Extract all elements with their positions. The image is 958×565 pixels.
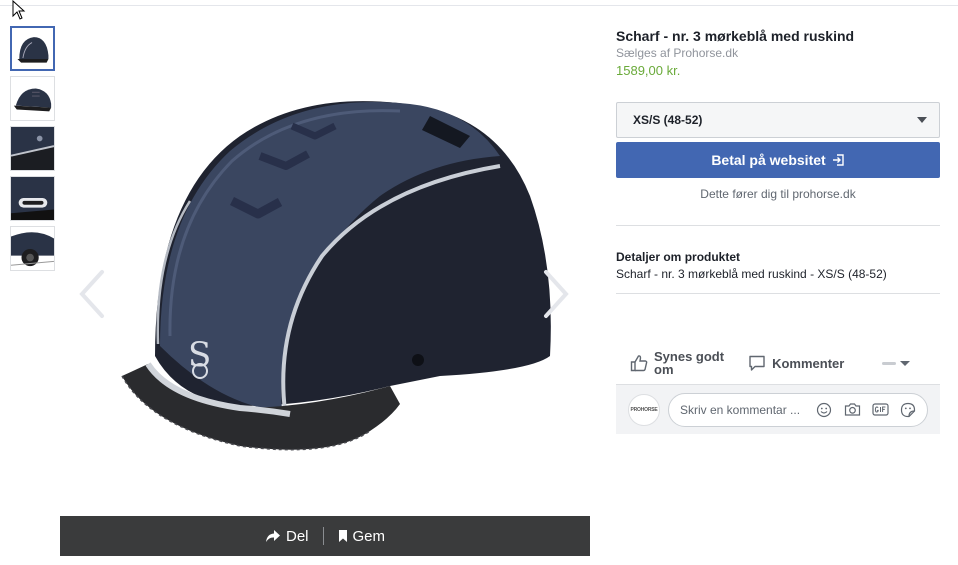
- product-image-viewer: S: [60, 26, 590, 516]
- avatar-logo-text: PROHORSE: [630, 406, 658, 413]
- comment-composer: PROHORSE Skriv en kommentar ...: [616, 384, 940, 434]
- share-button[interactable]: Del: [251, 528, 323, 545]
- product-image: S: [60, 26, 590, 516]
- comment-button[interactable]: Kommenter: [748, 354, 844, 372]
- like-label-line2: om: [654, 362, 674, 377]
- audience-dropdown[interactable]: [882, 360, 911, 366]
- comment-label: Kommenter: [772, 355, 845, 371]
- chevron-down-icon: [900, 360, 911, 366]
- thumbnail-3[interactable]: [10, 126, 55, 171]
- top-border: [0, 0, 958, 6]
- image-action-bar: Del Gem: [60, 516, 590, 556]
- thumbnail-1[interactable]: [10, 26, 55, 71]
- share-label: Del: [285, 527, 309, 545]
- chevron-right-icon[interactable]: [538, 264, 574, 324]
- avatar-mini-icon: [882, 361, 897, 365]
- like-button[interactable]: Synes godt om: [630, 350, 724, 376]
- thumbs-up-icon: [630, 355, 648, 372]
- pay-button-label: Betal på websitet: [711, 152, 826, 168]
- avatar: PROHORSE: [628, 393, 660, 426]
- thumbnail-4[interactable]: [10, 176, 55, 221]
- thumbnail-list: [10, 26, 56, 276]
- product-details: Detaljer om produktet Scharf - nr. 3 mør…: [616, 226, 940, 293]
- product-title: Scharf - nr. 3 mørkeblå med ruskind: [616, 28, 855, 44]
- external-link-icon: [832, 154, 844, 166]
- size-select-value: XS/S (48-52): [633, 113, 703, 127]
- divider: [616, 293, 940, 294]
- redirect-note: Dette fører dig til prohorse.dk: [700, 187, 856, 201]
- details-heading: Detaljer om produktet: [616, 250, 741, 264]
- bookmark-icon: [338, 530, 347, 542]
- product-price: 1589,00 kr.: [616, 63, 681, 78]
- size-select[interactable]: XS/S (48-52): [616, 102, 940, 138]
- comment-placeholder: Skriv en kommentar ...: [680, 402, 801, 417]
- save-label: Gem: [352, 527, 386, 545]
- details-text: Scharf - nr. 3 mørkeblå med ruskind - XS…: [616, 267, 887, 281]
- svg-text:S: S: [188, 335, 211, 375]
- product-info-panel: Scharf - nr. 3 mørkeblå med ruskind Sælg…: [616, 26, 940, 434]
- camera-icon[interactable]: [843, 401, 861, 419]
- share-arrow-icon: [265, 530, 280, 542]
- thumbnail-5[interactable]: [10, 226, 55, 271]
- chevron-left-icon[interactable]: [74, 264, 110, 324]
- chevron-down-icon: [917, 117, 927, 123]
- seller-text[interactable]: Sælges af Prohorse.dk: [616, 46, 940, 60]
- reaction-bar: Synes godt om Kommenter: [616, 346, 940, 380]
- pay-on-website-button[interactable]: Betal på websitet: [616, 142, 940, 178]
- cursor-icon: [12, 0, 26, 20]
- sticker-icon[interactable]: [899, 401, 917, 419]
- comment-bubble-icon: [749, 355, 765, 371]
- thumbnail-2[interactable]: [10, 76, 55, 121]
- smiley-icon[interactable]: [815, 401, 833, 419]
- comment-input[interactable]: Skriv en kommentar ...: [668, 392, 928, 427]
- gif-icon[interactable]: [871, 401, 889, 419]
- save-button[interactable]: Gem: [324, 528, 400, 545]
